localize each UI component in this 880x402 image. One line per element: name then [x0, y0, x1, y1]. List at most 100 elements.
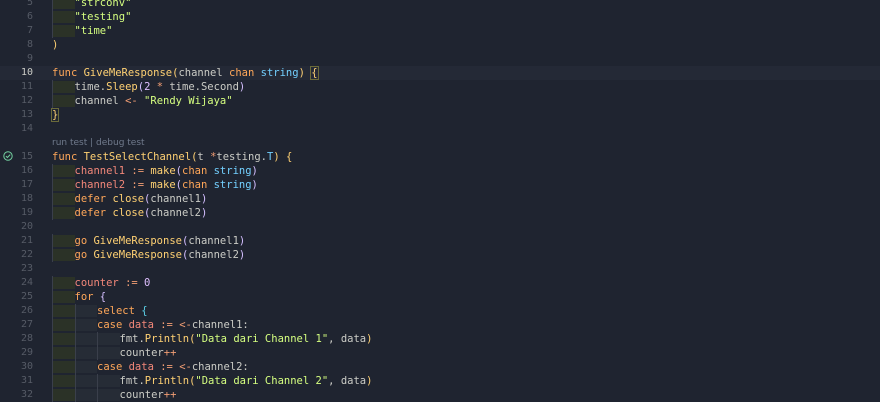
code-line[interactable]: 21 go GiveMeResponse(channel1) — [0, 234, 880, 248]
run-test-link[interactable]: run test — [52, 138, 87, 148]
code-token: , — [328, 375, 341, 387]
indent-guide — [52, 0, 53, 10]
code-line[interactable]: 25 for { — [0, 290, 880, 304]
code-line[interactable]: 16 channel1 := make(chan string) — [0, 164, 880, 178]
indent-guide — [52, 374, 53, 388]
indent-guide — [52, 248, 53, 262]
code-line[interactable]: 20 — [0, 220, 880, 234]
code-token: "testing" — [74, 11, 132, 23]
code-token: data — [128, 319, 161, 331]
code-token: <- — [179, 361, 192, 373]
code-token: } — [50, 108, 60, 122]
line-number: 11 — [20, 81, 33, 92]
code-line[interactable]: 31 fmt.Println("Data dari Channel 2", dat… — [0, 374, 880, 388]
code-token: := — [160, 319, 180, 331]
code-text: counter++ — [120, 346, 177, 360]
code-text: counter := 0 — [75, 276, 151, 290]
code-line[interactable]: 8) — [0, 38, 880, 52]
code-line[interactable]: 15 func TestSelectChannel(t *testing.T) { — [0, 150, 880, 164]
test-pass-check-icon[interactable] — [3, 151, 13, 161]
code-text: fmt.Println("Data dari Channel 1", data) — [120, 332, 373, 346]
code-token: chan — [229, 67, 261, 79]
indent-guide — [97, 332, 98, 346]
code-line[interactable]: 9 — [0, 52, 880, 66]
line-number: 12 — [20, 95, 33, 106]
code-token: time — [74, 81, 100, 93]
code-token: "Data dari Channel 2" — [195, 375, 329, 387]
code-token: ) — [52, 39, 59, 51]
code-line[interactable]: 14 — [0, 122, 880, 136]
code-token: fmt — [119, 333, 139, 345]
indent-guide — [52, 318, 53, 332]
indent-guide — [52, 192, 53, 206]
code-token: ) — [200, 193, 208, 205]
code-token: GiveMeResponse — [83, 67, 173, 79]
code-line[interactable]: 23 — [0, 262, 880, 276]
indent-highlight — [74, 333, 97, 345]
code-token: func — [52, 67, 84, 79]
debug-test-link[interactable]: debug test — [96, 138, 145, 148]
code-line[interactable]: 29 counter++ — [0, 346, 880, 360]
code-line[interactable]: 30 case data := <-channel2: — [0, 360, 880, 374]
code-token: "strconv" — [74, 0, 132, 9]
code-line[interactable]: 13} — [0, 108, 880, 122]
indent-guide — [52, 178, 53, 192]
code-line[interactable]: 11 time.Sleep(2 * time.Second) — [0, 80, 880, 94]
code-token: string — [213, 165, 252, 177]
code-text: defer close(channel2) — [75, 206, 208, 220]
line-number: 21 — [20, 235, 33, 246]
indent-highlight — [52, 235, 75, 247]
code-token: close — [112, 193, 145, 205]
code-line[interactable]: 12 channel <- "Rendy Wijaya" — [0, 94, 880, 108]
indent-highlight — [52, 81, 75, 93]
indent-highlight — [74, 389, 97, 401]
code-token: ) — [238, 235, 246, 247]
indent-guide — [52, 290, 53, 304]
line-number: 14 — [20, 123, 33, 134]
code-line[interactable]: 22 go GiveMeResponse(channel2) — [0, 248, 880, 262]
code-text: "time" — [75, 24, 113, 38]
code-token: Println — [144, 375, 190, 387]
indent-highlight — [52, 277, 75, 289]
code-line[interactable]: 6 "testing" — [0, 10, 880, 24]
code-text: channel2 := make(chan string) — [75, 178, 258, 192]
code-text: "testing" — [75, 10, 132, 24]
line-number: 23 — [20, 263, 33, 274]
code-line[interactable]: 10 func GiveMeResponse(channel chan strin… — [0, 66, 880, 80]
code-line[interactable]: 28 fmt.Println("Data dari Channel 1", dat… — [0, 332, 880, 346]
code-line[interactable]: 24 counter := 0 — [0, 276, 880, 290]
indent-guide — [74, 304, 76, 318]
indent-highlight — [52, 0, 75, 9]
line-number: 18 — [20, 193, 33, 204]
code-token: Second — [200, 81, 239, 93]
code-line[interactable]: 17 channel2 := make(chan string) — [0, 178, 880, 192]
code-token: make — [150, 179, 176, 191]
code-token: channel2 — [74, 179, 132, 191]
code-token: channel — [178, 67, 230, 79]
code-token: := — [125, 277, 145, 289]
indent-highlight — [52, 305, 75, 317]
code-text: select { — [97, 304, 148, 318]
line-number: 7 — [26, 25, 33, 36]
code-line[interactable]: 27 case data := <-channel1: — [0, 318, 880, 332]
code-line[interactable]: 19 defer close(channel2) — [0, 206, 880, 220]
indent-highlight — [52, 193, 75, 205]
code-text: go GiveMeResponse(channel1) — [75, 234, 246, 248]
code-token: ) — [251, 179, 258, 191]
code-line[interactable]: 26 select { — [0, 304, 880, 318]
line-number: 28 — [20, 333, 33, 344]
indent-highlight — [97, 347, 120, 359]
code-token: make — [150, 165, 176, 177]
code-text: } — [50, 108, 60, 122]
line-number: 13 — [20, 109, 33, 120]
code-line[interactable]: 5 "strconv" — [0, 0, 880, 10]
code-token: ) — [366, 375, 373, 387]
indent-guide — [52, 10, 53, 24]
code-editor[interactable]: 5 "strconv" 6 "testing" 7 "time" 8) 9 10 func Giv… — [0, 0, 880, 402]
code-token: { — [310, 66, 319, 80]
code-line[interactable]: 18 defer close(channel1) — [0, 192, 880, 206]
code-line[interactable]: 7 "time" — [0, 24, 880, 38]
indent-guide — [52, 234, 53, 248]
code-token: : — [242, 319, 249, 331]
code-token: "Data dari Channel 1" — [195, 333, 329, 345]
